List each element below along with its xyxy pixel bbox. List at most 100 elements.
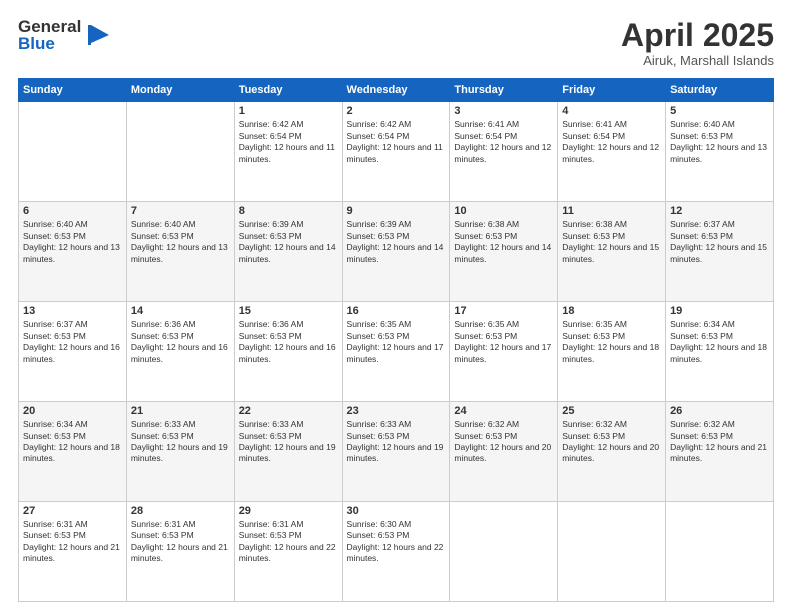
header: General Blue April 2025 Airuk, Marshall … [18,18,774,68]
day-number: 11 [562,205,661,217]
day-number: 15 [239,305,338,317]
table-row: 27 Sunrise: 6:31 AM Sunset: 6:53 PM Dayli… [19,502,127,602]
day-number: 2 [347,105,446,117]
day-info: Sunrise: 6:42 AM Sunset: 6:54 PM Dayligh… [347,119,446,165]
day-number: 25 [562,405,661,417]
day-info: Sunrise: 6:39 AM Sunset: 6:53 PM Dayligh… [239,219,338,265]
day-number: 27 [23,505,122,517]
day-info: Sunrise: 6:41 AM Sunset: 6:54 PM Dayligh… [562,119,661,165]
day-number: 21 [131,405,230,417]
day-info: Sunrise: 6:38 AM Sunset: 6:53 PM Dayligh… [454,219,553,265]
table-row: 23Sunrise: 6:33 AM Sunset: 6:53 PM Dayli… [342,402,450,502]
day-number: 18 [562,305,661,317]
day-info: Sunrise: 6:38 AM Sunset: 6:53 PM Dayligh… [562,219,661,265]
day-info: Sunrise: 6:31 AM Sunset: 6:53 PM Dayligh… [23,519,122,565]
table-row: 6 Sunrise: 6:40 AM Sunset: 6:53 PM Daylig… [19,202,127,302]
day-info: Sunrise: 6:31 AM Sunset: 6:53 PM Dayligh… [131,519,230,565]
calendar-week-3: 13 Sunrise: 6:37 AM Sunset: 6:53 PM Dayli… [19,302,774,402]
day-info: Sunrise: 6:36 AM Sunset: 6:53 PM Dayligh… [131,319,230,365]
table-row: 10 Sunrise: 6:38 AM Sunset: 6:53 PM Dayli… [450,202,558,302]
calendar-week-4: 20 Sunrise: 6:34 AM Sunset: 6:53 PM Dayli… [19,402,774,502]
day-number: 8 [239,205,338,217]
day-info: Sunrise: 6:31 AM Sunset: 6:53 PM Dayligh… [239,519,338,565]
day-info: Sunrise: 6:37 AM Sunset: 6:53 PM Dayligh… [23,319,122,365]
day-number: 3 [454,105,553,117]
day-number: 16 [347,305,446,317]
table-row: 17 Sunrise: 6:35 AM Sunset: 6:53 PM Dayli… [450,302,558,402]
day-number: 14 [131,305,230,317]
day-info: Sunrise: 6:40 AM Sunset: 6:53 PM Dayligh… [23,219,122,265]
day-info: Sunrise: 6:35 AM Sunset: 6:53 PM Dayligh… [562,319,661,365]
table-row: 22 Sunrise: 6:33 AM Sunset: 6:53 PM Dayli… [234,402,342,502]
col-friday: Friday [558,79,666,102]
day-number: 10 [454,205,553,217]
logo-blue: Blue [18,35,81,52]
day-number: 19 [670,305,769,317]
day-number: 17 [454,305,553,317]
day-number: 26 [670,405,769,417]
table-row: 19 Sunrise: 6:34 AM Sunset: 6:53 PM Dayli… [666,302,774,402]
day-info: Sunrise: 6:35 AM Sunset: 6:53 PM Dayligh… [454,319,553,365]
day-info: Sunrise: 6:34 AM Sunset: 6:53 PM Dayligh… [670,319,769,365]
logo-general: General [18,18,81,35]
table-row: 2 Sunrise: 6:42 AM Sunset: 6:54 PM Daylig… [342,102,450,202]
table-row [19,102,127,202]
day-info: Sunrise: 6:30 AM Sunset: 6:53 PM Dayligh… [347,519,446,565]
day-info: Sunrise: 6:33 AM Sunset: 6:53 PM Dayligh… [131,419,230,465]
table-row [558,502,666,602]
table-row: 14 Sunrise: 6:36 AM Sunset: 6:53 PM Dayli… [126,302,234,402]
page: General Blue April 2025 Airuk, Marshall … [0,0,792,612]
col-tuesday: Tuesday [234,79,342,102]
title-block: April 2025 Airuk, Marshall Islands [621,18,774,68]
day-info: Sunrise: 6:33 AM Sunset: 6:53 PM Dayligh… [347,419,446,465]
table-row: 7Sunrise: 6:40 AM Sunset: 6:53 PM Daylig… [126,202,234,302]
logo: General Blue [18,18,111,52]
calendar-week-1: 1 Sunrise: 6:42 AM Sunset: 6:54 PM Daylig… [19,102,774,202]
table-row: 1 Sunrise: 6:42 AM Sunset: 6:54 PM Daylig… [234,102,342,202]
table-row: 25 Sunrise: 6:32 AM Sunset: 6:53 PM Dayli… [558,402,666,502]
col-thursday: Thursday [450,79,558,102]
table-row: 28Sunrise: 6:31 AM Sunset: 6:53 PM Dayli… [126,502,234,602]
day-number: 1 [239,105,338,117]
table-row: 29 Sunrise: 6:31 AM Sunset: 6:53 PM Dayli… [234,502,342,602]
calendar-week-5: 27 Sunrise: 6:31 AM Sunset: 6:53 PM Dayli… [19,502,774,602]
table-row: 24Sunrise: 6:32 AM Sunset: 6:53 PM Dayli… [450,402,558,502]
logo-icon [83,21,111,49]
day-number: 13 [23,305,122,317]
table-row: 15Sunrise: 6:36 AM Sunset: 6:53 PM Dayli… [234,302,342,402]
day-number: 6 [23,205,122,217]
table-row: 4 Sunrise: 6:41 AM Sunset: 6:54 PM Daylig… [558,102,666,202]
table-row: 21 Sunrise: 6:33 AM Sunset: 6:53 PM Dayli… [126,402,234,502]
calendar-table: Sunday Monday Tuesday Wednesday Thursday… [18,78,774,602]
day-number: 22 [239,405,338,417]
table-row: 20 Sunrise: 6:34 AM Sunset: 6:53 PM Dayli… [19,402,127,502]
col-monday: Monday [126,79,234,102]
table-row: 12Sunrise: 6:37 AM Sunset: 6:53 PM Dayli… [666,202,774,302]
day-number: 29 [239,505,338,517]
table-row: 13 Sunrise: 6:37 AM Sunset: 6:53 PM Dayli… [19,302,127,402]
day-info: Sunrise: 6:32 AM Sunset: 6:53 PM Dayligh… [670,419,769,465]
table-row: 9 Sunrise: 6:39 AM Sunset: 6:53 PM Daylig… [342,202,450,302]
day-number: 24 [454,405,553,417]
table-row: 5Sunrise: 6:40 AM Sunset: 6:53 PM Daylig… [666,102,774,202]
day-number: 4 [562,105,661,117]
col-saturday: Saturday [666,79,774,102]
table-row [450,502,558,602]
day-number: 9 [347,205,446,217]
logo-text: General Blue [18,18,81,52]
day-info: Sunrise: 6:41 AM Sunset: 6:54 PM Dayligh… [454,119,553,165]
table-row: 30 Sunrise: 6:30 AM Sunset: 6:53 PM Dayli… [342,502,450,602]
day-number: 20 [23,405,122,417]
day-number: 30 [347,505,446,517]
day-info: Sunrise: 6:32 AM Sunset: 6:53 PM Dayligh… [562,419,661,465]
col-wednesday: Wednesday [342,79,450,102]
day-info: Sunrise: 6:34 AM Sunset: 6:53 PM Dayligh… [23,419,122,465]
day-info: Sunrise: 6:40 AM Sunset: 6:53 PM Dayligh… [131,219,230,265]
day-info: Sunrise: 6:42 AM Sunset: 6:54 PM Dayligh… [239,119,338,165]
calendar-subtitle: Airuk, Marshall Islands [621,53,774,68]
table-row [666,502,774,602]
day-info: Sunrise: 6:39 AM Sunset: 6:53 PM Dayligh… [347,219,446,265]
day-info: Sunrise: 6:33 AM Sunset: 6:53 PM Dayligh… [239,419,338,465]
calendar-week-2: 6 Sunrise: 6:40 AM Sunset: 6:53 PM Daylig… [19,202,774,302]
table-row: 8 Sunrise: 6:39 AM Sunset: 6:53 PM Daylig… [234,202,342,302]
